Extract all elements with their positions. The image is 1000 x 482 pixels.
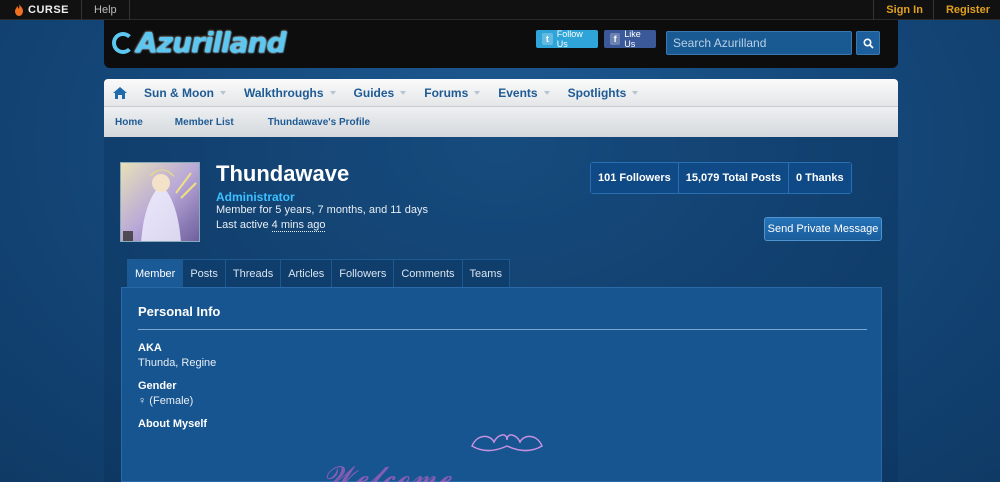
- tab-teams[interactable]: Teams: [461, 259, 510, 287]
- help-link[interactable]: Help: [82, 0, 130, 20]
- flame-icon: [15, 3, 23, 16]
- last-active: Last active 4 mins ago: [216, 219, 326, 232]
- search-input[interactable]: [667, 32, 851, 54]
- tab-threads[interactable]: Threads: [224, 259, 282, 287]
- nav-item-label: Forums: [424, 85, 469, 100]
- tab-comments[interactable]: Comments: [393, 259, 463, 287]
- site-logo[interactable]: Azurilland: [112, 26, 286, 59]
- chevron-down-icon: [632, 90, 639, 95]
- curse-topbar: CURSE Help Sign In Register: [0, 0, 1000, 20]
- chevron-down-icon: [219, 90, 226, 95]
- home-nav-button[interactable]: [104, 86, 136, 100]
- main-nav: Sun & Moon Walkthroughs Guides Forums Ev…: [104, 79, 898, 107]
- send-private-message-button[interactable]: Send Private Message: [764, 217, 882, 241]
- nav-item-events[interactable]: Events: [490, 86, 559, 100]
- thanks-stat[interactable]: 0 Thanks: [787, 163, 851, 193]
- about-label: About Myself: [138, 418, 208, 430]
- nav-item-label: Sun & Moon: [144, 85, 214, 100]
- search-icon: [862, 37, 874, 49]
- chevron-down-icon: [329, 90, 336, 95]
- curse-logo[interactable]: CURSE: [0, 0, 83, 20]
- sign-in-link[interactable]: Sign In: [873, 0, 933, 20]
- tab-followers[interactable]: Followers: [331, 259, 395, 287]
- aka-value: Thunda, Regine: [138, 357, 217, 369]
- profile-name: Thundawave: [216, 161, 350, 186]
- nav-item-walkthroughs[interactable]: Walkthroughs: [236, 86, 346, 100]
- personal-info-heading: Personal Info: [138, 304, 221, 319]
- breadcrumb-home[interactable]: Home: [104, 117, 143, 128]
- facebook-icon: f: [610, 33, 621, 45]
- nav-item-label: Spotlights: [567, 85, 627, 100]
- nav-item-label: Events: [498, 85, 538, 100]
- home-icon: [113, 86, 127, 99]
- profile-tabs: Member Posts Threads Articles Followers …: [127, 259, 510, 287]
- avatar[interactable]: [120, 162, 200, 242]
- tab-posts[interactable]: Posts: [182, 259, 226, 287]
- search-button[interactable]: [856, 31, 880, 55]
- nav-item-spotlights[interactable]: Spotlights: [560, 86, 649, 100]
- breadcrumb-member-list[interactable]: Member List: [143, 117, 234, 128]
- profile-stats: 101 Followers 15,079 Total Posts 0 Thank…: [590, 162, 852, 194]
- total-posts-stat[interactable]: 15,079 Total Posts: [677, 163, 788, 193]
- avatar-image: [121, 163, 199, 241]
- tab-member[interactable]: Member: [127, 259, 184, 287]
- site-header: Azurilland t Follow Us f Like Us: [104, 20, 898, 68]
- about-banner-image: 𝓦𝓮𝓵𝓬𝓸𝓶𝓮: [312, 430, 702, 482]
- personal-info-panel: Personal Info AKA Thunda, Regine Gender …: [121, 287, 882, 482]
- nav-item-forums[interactable]: Forums: [416, 86, 490, 100]
- last-active-time: 4 mins ago: [271, 219, 326, 232]
- divider: [138, 329, 867, 330]
- breadcrumb-current: Thundawave's Profile: [267, 116, 371, 128]
- gender-value: ♀ (Female): [138, 395, 194, 407]
- followers-stat[interactable]: 101 Followers: [591, 163, 678, 193]
- curse-brand: CURSE: [28, 3, 70, 16]
- nav-item-label: Guides: [353, 85, 395, 100]
- twitter-follow-label: Follow Us: [556, 29, 583, 49]
- facebook-like-label: Like Us: [624, 29, 641, 49]
- tab-articles[interactable]: Articles: [280, 259, 333, 287]
- chevron-down-icon: [543, 90, 550, 95]
- register-link[interactable]: Register: [932, 0, 1000, 20]
- twitter-follow-button[interactable]: t Follow Us: [536, 29, 598, 49]
- last-active-label: Last active: [216, 219, 272, 231]
- chevron-down-icon: [400, 90, 407, 95]
- member-duration: Member for 5 years, 7 months, and 11 day…: [216, 204, 428, 216]
- nav-item-label: Walkthroughs: [243, 85, 324, 100]
- nav-item-guides[interactable]: Guides: [346, 86, 417, 100]
- twitter-icon: t: [542, 33, 553, 45]
- site-logo-text: Azurilland: [136, 26, 286, 59]
- search-box: [666, 31, 852, 55]
- aka-label: AKA: [138, 342, 162, 354]
- chevron-down-icon: [474, 90, 481, 95]
- banner-decoration: 𝓦𝓮𝓵𝓬𝓸𝓶𝓮: [324, 460, 454, 482]
- facebook-like-button[interactable]: f Like Us: [604, 29, 656, 49]
- nav-item-sun-moon[interactable]: Sun & Moon: [136, 86, 236, 100]
- profile-role: Administrator: [216, 190, 295, 204]
- gender-label: Gender: [138, 380, 177, 392]
- breadcrumb: Home Member List Thundawave's Profile: [104, 107, 898, 137]
- logo-swirl-icon: [112, 32, 134, 54]
